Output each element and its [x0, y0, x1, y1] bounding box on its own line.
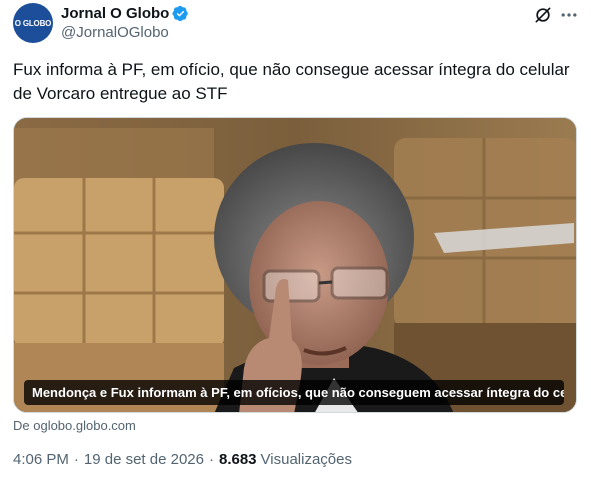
tweet-time[interactable]: 4:06 PM [13, 451, 69, 468]
grok-icon[interactable] [533, 5, 553, 25]
author-names: Jornal O Globo @JornalOGlobo [61, 3, 189, 41]
separator: · [73, 451, 79, 468]
tweet-text: Fux informa à PF, em ofício, que não con… [13, 60, 570, 103]
link-source[interactable]: De oglobo.globo.com [13, 418, 136, 433]
name-row: Jornal O Globo [61, 3, 189, 23]
handle[interactable]: @JornalOGlobo [61, 24, 189, 41]
avatar[interactable]: O GLOBO [13, 3, 53, 43]
display-name[interactable]: Jornal O Globo [61, 5, 169, 22]
news-photo [14, 118, 576, 412]
media-caption: Mendonça e Fux informam à PF, em ofícios… [24, 380, 564, 405]
more-icon[interactable] [559, 5, 579, 25]
verified-badge-icon [172, 5, 189, 21]
avatar-logo-text: O GLOBO [14, 18, 52, 28]
tweet-date[interactable]: 19 de set de 2026 [84, 451, 204, 468]
tweet-meta: 4:06 PM · 19 de set de 2026 · 8.683 Visu… [13, 451, 352, 468]
separator: · [208, 451, 214, 468]
views-label[interactable]: Visualizações [261, 451, 352, 468]
media-card-image[interactable]: Mendonça e Fux informam à PF, em ofícios… [13, 117, 577, 413]
views-count[interactable]: 8.683 [219, 451, 257, 468]
tweet-header: O GLOBO Jornal O Globo @JornalOGlobo [13, 3, 579, 45]
